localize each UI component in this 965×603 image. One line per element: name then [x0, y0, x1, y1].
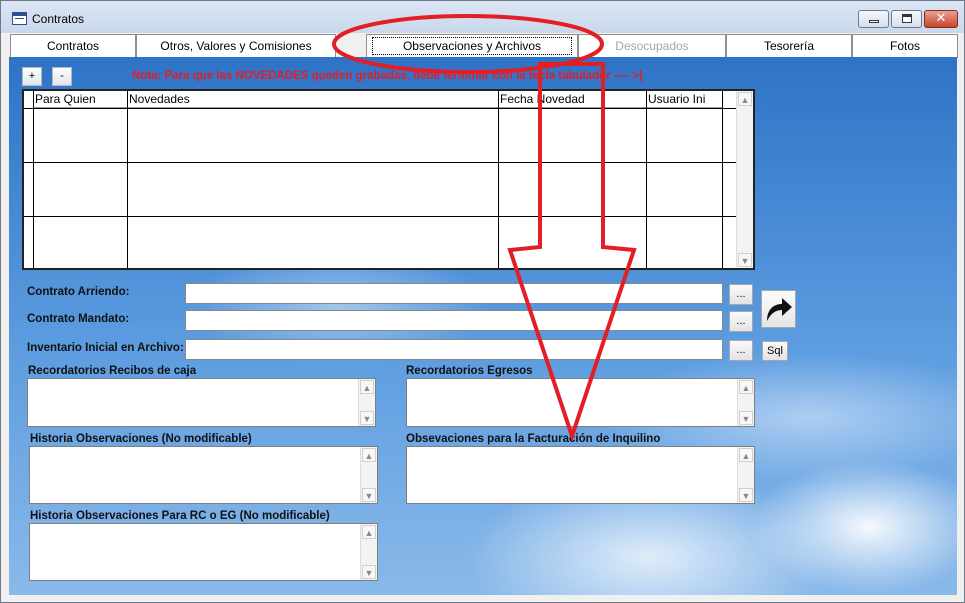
table-row[interactable]	[24, 162, 737, 163]
save-note: Nota: Para que las NOVEDADES queden grab…	[132, 70, 643, 82]
inventario-field[interactable]	[185, 339, 723, 360]
column-header-para-quien[interactable]: Para Quien	[34, 91, 128, 108]
table-app-icon	[12, 12, 27, 25]
minimize-button[interactable]	[858, 10, 889, 28]
observaciones-facturacion-memo[interactable]: ▲ ▼	[406, 446, 755, 504]
historia-observaciones-rc-memo[interactable]: ▲ ▼	[29, 523, 378, 581]
share-arrow-icon	[767, 298, 792, 321]
maximize-icon	[902, 14, 912, 23]
tab-tesoreria[interactable]: Tesorería	[726, 34, 852, 58]
scroll-up-icon[interactable]: ▲	[739, 380, 753, 394]
scroll-down-icon[interactable]: ▼	[739, 488, 753, 502]
add-row-button[interactable]: +	[22, 67, 42, 86]
scroll-up-icon[interactable]: ▲	[362, 448, 376, 462]
tab-contratos[interactable]: Contratos	[10, 34, 136, 58]
contrato-mandato-label: Contrato Mandato:	[27, 313, 130, 325]
column-header-fecha-novedad[interactable]: Fecha Novedad	[499, 91, 647, 108]
scroll-up-icon[interactable]: ▲	[362, 525, 376, 539]
tab-desocupados: Desocupados	[578, 34, 726, 58]
scroll-up-icon[interactable]: ▲	[360, 380, 374, 394]
contrato-mandato-field[interactable]	[185, 310, 723, 331]
contrato-arriendo-label: Contrato Arriendo:	[27, 286, 130, 298]
contrato-arriendo-field[interactable]	[185, 283, 723, 304]
grid-divider	[127, 91, 128, 268]
inventario-browse-button[interactable]: ...	[729, 340, 753, 361]
recordatorios-egresos-label: Recordatorios Egresos	[406, 365, 533, 377]
window-title: Contratos	[32, 12, 85, 26]
title-bar: Contratos ✕	[1, 1, 964, 33]
tab-strip: Contratos Otros, Valores y Comisiones Ob…	[10, 34, 958, 58]
open-file-button[interactable]	[761, 290, 796, 328]
memo-scrollbar[interactable]: ▲ ▼	[737, 379, 754, 426]
scroll-down-icon[interactable]: ▼	[360, 411, 374, 425]
scroll-down-icon[interactable]: ▼	[362, 488, 376, 502]
observaciones-facturacion-label: Obsevaciones para la Facturación de Inqu…	[406, 433, 661, 445]
tab-fotos[interactable]: Fotos	[852, 34, 958, 58]
historia-observaciones-rc-label: Historia Observaciones Para RC o EG (No …	[30, 510, 330, 522]
scroll-up-icon[interactable]: ▲	[738, 92, 752, 106]
historia-observaciones-label: Historia Observaciones (No modificable)	[30, 433, 252, 445]
contrato-arriendo-browse-button[interactable]: ...	[729, 284, 753, 305]
grid-divider	[646, 91, 647, 268]
table-row[interactable]	[24, 216, 737, 217]
tab-observaciones-archivos[interactable]: Observaciones y Archivos	[366, 34, 578, 58]
scroll-down-icon[interactable]: ▼	[739, 411, 753, 425]
maximize-button[interactable]	[891, 10, 922, 28]
close-icon: ✕	[935, 11, 947, 26]
memo-scrollbar[interactable]: ▲ ▼	[358, 379, 375, 426]
grid-scrollbar[interactable]: ▲ ▼	[736, 91, 753, 268]
minimize-icon	[869, 20, 879, 23]
column-header-novedades[interactable]: Novedades	[128, 91, 499, 108]
grid-divider	[33, 91, 34, 268]
table-row[interactable]	[24, 108, 737, 109]
novedades-grid[interactable]: Para Quien Novedades Fecha Novedad Usuar…	[22, 89, 755, 270]
sql-button[interactable]: Sql	[762, 341, 788, 361]
column-header-usuario-ini[interactable]: Usuario Ini	[647, 91, 723, 108]
memo-scrollbar[interactable]: ▲ ▼	[360, 524, 377, 580]
contrato-mandato-browse-button[interactable]: ...	[729, 311, 753, 332]
scroll-down-icon[interactable]: ▼	[738, 253, 752, 267]
historia-observaciones-memo[interactable]: ▲ ▼	[29, 446, 378, 504]
inventario-label: Inventario Inicial en Archivo:	[27, 342, 184, 354]
memo-scrollbar[interactable]: ▲ ▼	[737, 447, 754, 503]
scroll-up-icon[interactable]: ▲	[739, 448, 753, 462]
recordatorios-recibos-memo[interactable]: ▲ ▼	[27, 378, 376, 427]
scroll-down-icon[interactable]: ▼	[362, 565, 376, 579]
grid-divider	[498, 91, 499, 268]
close-button[interactable]: ✕	[924, 10, 958, 28]
tab-otros-valores-comisiones[interactable]: Otros, Valores y Comisiones	[136, 34, 336, 58]
grid-divider	[722, 91, 723, 268]
memo-scrollbar[interactable]: ▲ ▼	[360, 447, 377, 503]
remove-row-button[interactable]: -	[52, 67, 72, 86]
recordatorios-egresos-memo[interactable]: ▲ ▼	[406, 378, 755, 427]
recordatorios-recibos-label: Recordatorios Recibos de caja	[28, 365, 197, 377]
